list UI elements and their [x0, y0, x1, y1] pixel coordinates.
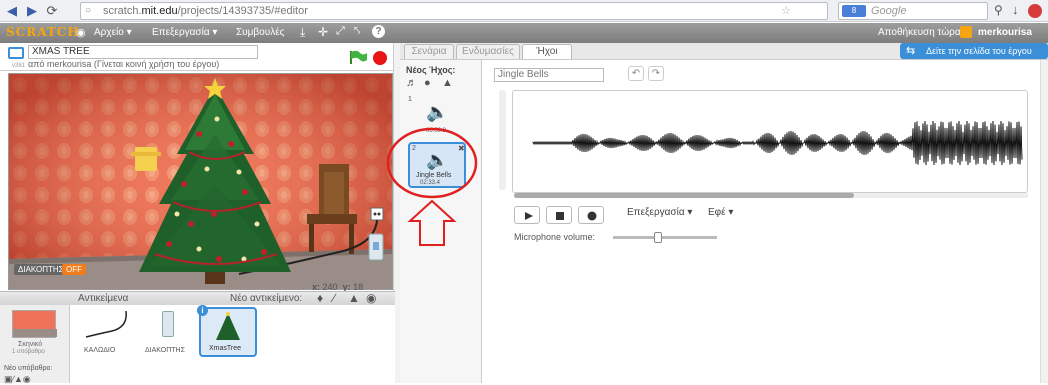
new-sound-label: Νέος Ήχος: — [406, 65, 456, 75]
waveform-view[interactable] — [512, 90, 1028, 193]
switch-sprite-thumb[interactable] — [162, 311, 174, 337]
upload-sprite-icon[interactable]: ▲ — [348, 291, 360, 305]
green-flag-icon[interactable] — [348, 49, 368, 65]
stage-thumbnail[interactable] — [12, 310, 57, 338]
microphone-volume-slider[interactable] — [613, 236, 717, 239]
stop-button[interactable] — [546, 206, 572, 224]
menu-file[interactable]: Αρχείο ▾ — [94, 27, 132, 38]
play-button[interactable] — [514, 206, 540, 224]
waveform — [532, 121, 1023, 165]
sprite-label-switch: ΔΙΑΚΟΠΤΗΣ — [145, 347, 185, 354]
sprite-label-xmastree: XmasTree — [209, 345, 242, 352]
scratch-menubar: SCRATCH ◉ Αρχείο ▾ Επεξεργασία ▾ Συμβουλ… — [0, 23, 1048, 43]
addon-icon[interactable] — [1028, 4, 1042, 18]
grow-icon[interactable]: ⤢ — [336, 25, 345, 38]
annotation-arrow — [407, 199, 457, 246]
sound-number: 1 — [408, 96, 412, 103]
record-button[interactable] — [578, 206, 604, 224]
globe-language-icon[interactable]: ◉ — [76, 26, 86, 39]
stage-scene — [9, 74, 392, 289]
info-icon[interactable]: i — [197, 305, 208, 316]
sprites-header: Αντικείμενα Νέο αντικείμενο: ♦ ∕ ▲ ◉ — [0, 291, 395, 305]
reload-icon[interactable]: ⟳ — [44, 3, 60, 19]
sound-library-icon[interactable]: ♬ — [406, 77, 417, 89]
sprite-library-icon[interactable]: ♦ — [317, 291, 323, 305]
edit-menu[interactable]: Επεξεργασία ▾ — [627, 207, 692, 218]
url-domain: mit.edu — [141, 5, 178, 17]
project-title-input[interactable]: XMAS TREE — [28, 45, 258, 59]
xmastree-sprite-thumb[interactable]: i XmasTree — [197, 305, 257, 357]
see-project-page-label: Δείτε την σελίδα του έργου — [926, 46, 1032, 56]
speaker-icon: 🔈 — [426, 102, 449, 122]
camera-icon[interactable]: ◉ — [366, 291, 376, 305]
stage-thumb-panel: Σκηνικό 1 υπόβαθρο Νέο υπόβαθρο: ▣∕▲◉ — [0, 305, 70, 385]
editor-scrollbar[interactable] — [1040, 60, 1048, 383]
menu-tips[interactable]: Συμβουλές — [236, 27, 284, 38]
tab-scripts[interactable]: Σενάρια — [404, 44, 454, 59]
download-icon[interactable]: ↓ — [1012, 2, 1019, 17]
user-name[interactable]: merkourisa — [978, 27, 1032, 38]
stage-label: Σκηνικό — [18, 341, 43, 348]
undo-icon[interactable]: ↶ — [628, 66, 644, 81]
cut-icon[interactable]: ✛ — [318, 25, 328, 39]
upload-sound-icon[interactable]: ▲ — [442, 77, 453, 89]
duplicate-icon[interactable]: ⤓ — [300, 25, 305, 40]
microphone-volume-label: Microphone volume: — [514, 232, 596, 242]
tab-sounds[interactable]: Ήχοι — [522, 44, 572, 59]
annotation-circle — [386, 127, 478, 199]
tab-costumes[interactable]: Ενδυμασίες — [456, 44, 520, 59]
url-bar[interactable]: ○ scratch.mit.edu/projects/14393735/#edi… — [80, 2, 828, 20]
redo-icon[interactable]: ↷ — [648, 66, 664, 81]
new-backdrop-label: Νέο υπόβαθρο: — [4, 365, 53, 372]
url-text: scratch.mit.edu/projects/14393735/#edito… — [103, 5, 308, 17]
forward-icon[interactable]: ▶ — [24, 3, 40, 19]
paint-sprite-icon[interactable]: ∕ — [333, 291, 335, 305]
globe-icon: ○ — [85, 5, 92, 16]
stage-header: XMAS TREE από merkourisa (Γίνεται κοινή … — [0, 43, 395, 71]
new-sprite-label: Νέο αντικείμενο: — [230, 293, 303, 304]
fullscreen-icon[interactable] — [8, 47, 24, 59]
record-sound-icon[interactable]: ● — [424, 77, 431, 89]
search-placeholder: Google — [871, 5, 907, 17]
stage-backdrop-count: 1 υπόβαθρο — [12, 349, 45, 355]
sprites-pane: Σκηνικό 1 υπόβαθρο Νέο υπόβαθρο: ▣∕▲◉ ΚΑ… — [0, 305, 395, 385]
menu-edit[interactable]: Επεξεργασία ▾ — [152, 27, 217, 38]
switch-variable-label: ΔΙΑΚΟΠΤΗΣ — [14, 264, 68, 275]
scratch-logo[interactable]: SCRATCH — [6, 25, 80, 39]
waveform-scroll-thumb[interactable] — [514, 193, 854, 198]
annotation-overlay — [386, 127, 478, 246]
share-arrows-icon: ⇆ — [906, 45, 916, 57]
waveform-path — [532, 121, 1023, 165]
star-icon[interactable]: ☆ — [781, 4, 791, 17]
search-icon[interactable]: ⚲ — [994, 3, 1003, 17]
browser-toolbar: ◀ ▶ ⟳ ○ scratch.mit.edu/projects/1439373… — [0, 0, 1048, 22]
sprites-title: Αντικείμενα — [78, 293, 129, 304]
google-icon: 8 — [842, 5, 866, 17]
help-icon[interactable]: ? — [372, 25, 385, 38]
version-label: v381 — [12, 63, 26, 69]
switch-variable-value: OFF — [62, 264, 86, 275]
sound-name-input[interactable]: Jingle Bells — [494, 68, 604, 82]
stage-canvas[interactable] — [8, 73, 393, 290]
stop-icon[interactable] — [373, 51, 387, 65]
url-prefix: scratch. — [103, 5, 142, 17]
backdrop-tools-icon[interactable]: ▣∕▲◉ — [4, 374, 31, 385]
cable-sprite-thumb[interactable] — [82, 309, 134, 339]
effects-menu[interactable]: Εφέ ▾ — [708, 207, 733, 218]
search-box[interactable]: 8 Google — [838, 2, 988, 20]
url-suffix: /projects/14393735/#editor — [177, 5, 308, 17]
shrink-icon[interactable]: ⤣ — [354, 25, 360, 38]
project-byline: από merkourisa (Γίνεται κοινή χρήση του … — [28, 59, 220, 69]
sprite-label-cable: ΚΑΛΩΔΙΟ — [84, 347, 116, 354]
microphone-volume-knob[interactable] — [654, 232, 662, 243]
back-icon[interactable]: ◀ — [4, 3, 20, 19]
zoom-scrollbar[interactable] — [499, 90, 506, 190]
see-project-page-button[interactable]: ⇆ Δείτε την σελίδα του έργου — [900, 43, 1048, 59]
save-now-link[interactable]: Αποθήκευση τώρα — [878, 27, 961, 38]
user-avatar[interactable] — [960, 26, 972, 38]
